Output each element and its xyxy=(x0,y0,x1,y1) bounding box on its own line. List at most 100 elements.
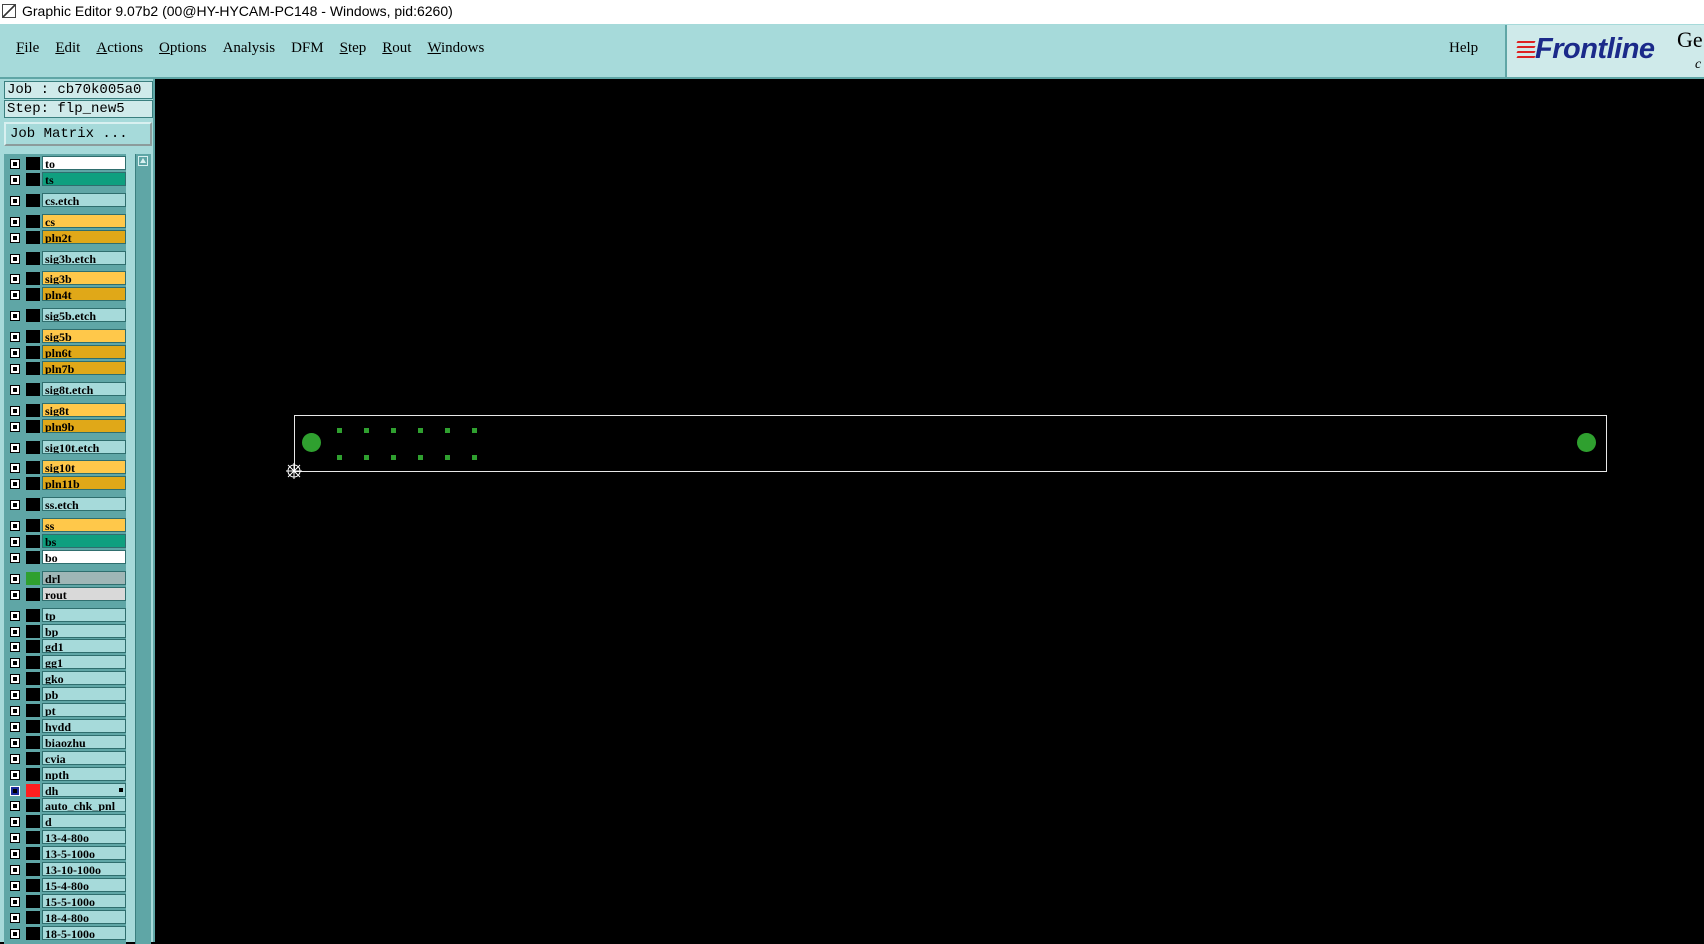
layer-display-swatch[interactable] xyxy=(26,571,40,585)
layer-display-swatch[interactable] xyxy=(26,477,40,491)
layer-row[interactable]: pln2t xyxy=(6,229,126,245)
layer-name[interactable]: pln11b xyxy=(42,476,126,491)
layer-display-swatch[interactable] xyxy=(26,440,40,454)
layer-row[interactable]: sig5b.etch xyxy=(6,308,126,323)
layer-checkbox[interactable] xyxy=(10,232,20,243)
layer-checkbox[interactable] xyxy=(10,216,20,227)
layer-checkbox[interactable] xyxy=(10,405,20,416)
layer-name[interactable]: cs.etch xyxy=(42,192,126,207)
layer-row[interactable]: ts xyxy=(6,171,126,187)
layer-checkbox[interactable] xyxy=(10,880,20,891)
layer-row[interactable]: bp xyxy=(6,623,126,639)
layer-display-swatch[interactable] xyxy=(26,361,40,375)
layer-row[interactable]: gko xyxy=(6,671,126,686)
layer-row[interactable]: 13-5-100o xyxy=(6,846,126,861)
layer-row[interactable]: cs.etch xyxy=(6,192,126,208)
layer-name[interactable]: pb xyxy=(42,687,126,702)
layer-checkbox[interactable] xyxy=(10,274,20,285)
layer-checkbox[interactable] xyxy=(10,442,20,453)
layer-display-swatch[interactable] xyxy=(26,847,40,861)
layer-checkbox[interactable] xyxy=(10,363,20,374)
layer-row[interactable]: hydd xyxy=(6,718,126,734)
layer-row[interactable]: sig8t.etch xyxy=(6,381,126,397)
layer-checkbox[interactable] xyxy=(10,912,20,923)
layer-list-scrollbar[interactable] xyxy=(135,154,151,944)
layer-row[interactable]: ss xyxy=(6,518,126,533)
layer-display-swatch[interactable] xyxy=(26,831,40,845)
layer-checkbox[interactable] xyxy=(10,463,20,474)
layer-row[interactable]: cvia xyxy=(6,750,126,766)
layer-display-swatch[interactable] xyxy=(26,815,40,829)
layer-checkbox[interactable] xyxy=(10,589,20,600)
layer-checkbox[interactable] xyxy=(10,642,20,653)
layer-display-swatch[interactable] xyxy=(26,719,40,733)
layer-checkbox[interactable] xyxy=(10,785,20,796)
layer-display-swatch[interactable] xyxy=(26,288,40,302)
layer-checkbox[interactable] xyxy=(10,552,20,563)
layer-name[interactable]: gd1 xyxy=(42,639,126,654)
job-matrix-button[interactable]: Job Matrix ... xyxy=(4,122,152,146)
layer-name[interactable]: gko xyxy=(42,671,126,686)
menu-step[interactable]: Step xyxy=(332,40,375,57)
layer-checkbox[interactable] xyxy=(10,332,20,343)
layer-name[interactable]: sig8t.etch xyxy=(42,381,126,396)
layer-checkbox[interactable] xyxy=(10,174,20,185)
layer-row[interactable]: d xyxy=(6,814,126,829)
layer-row[interactable]: 13-10-100o xyxy=(6,862,126,877)
layer-checkbox[interactable] xyxy=(10,833,20,844)
menu-rout[interactable]: Rout xyxy=(374,40,419,57)
layer-display-swatch[interactable] xyxy=(26,640,40,654)
layer-row[interactable]: pln4t xyxy=(6,287,126,302)
layer-display-swatch[interactable] xyxy=(26,519,40,533)
layer-display-swatch[interactable] xyxy=(26,704,40,717)
layer-name[interactable]: ss xyxy=(42,518,126,533)
menu-file[interactable]: File xyxy=(8,40,47,57)
menu-edit[interactable]: Edit xyxy=(47,40,88,57)
layer-display-swatch[interactable] xyxy=(26,214,40,228)
layer-display-swatch[interactable] xyxy=(26,193,40,207)
layer-name[interactable]: tp xyxy=(42,607,126,622)
layer-row[interactable]: pln6t xyxy=(6,345,126,360)
layer-row[interactable]: 15-5-100o xyxy=(6,893,126,909)
layer-display-swatch[interactable] xyxy=(26,272,40,286)
layer-display-swatch[interactable] xyxy=(26,894,40,908)
menu-windows[interactable]: Windows xyxy=(419,40,492,57)
layer-display-swatch[interactable] xyxy=(26,799,40,813)
layer-checkbox[interactable] xyxy=(10,928,20,939)
layer-row[interactable]: pt xyxy=(6,703,126,718)
layer-row[interactable]: sig3b xyxy=(6,271,126,286)
layer-display-swatch[interactable] xyxy=(26,535,40,548)
layer-name[interactable]: bo xyxy=(42,549,126,564)
layer-name[interactable]: sig10t.etch xyxy=(42,439,126,454)
layer-display-swatch[interactable] xyxy=(26,624,40,638)
layer-name[interactable]: 15-4-80o xyxy=(42,877,126,892)
layer-name[interactable]: gg1 xyxy=(42,655,126,670)
layer-row[interactable]: 13-4-80o xyxy=(6,830,126,845)
layer-name[interactable]: hydd xyxy=(42,718,126,733)
layer-name[interactable]: npth xyxy=(42,766,126,781)
layer-display-swatch[interactable] xyxy=(26,550,40,564)
layer-row[interactable]: 15-4-80o xyxy=(6,877,126,893)
layer-row[interactable]: 18-5-100o xyxy=(6,925,126,941)
layer-checkbox[interactable] xyxy=(10,384,20,395)
layer-name[interactable]: pln7b xyxy=(42,360,126,375)
layer-display-swatch[interactable] xyxy=(26,230,40,244)
layer-name[interactable]: d xyxy=(42,814,126,829)
layer-display-swatch[interactable] xyxy=(26,251,40,265)
layer-name[interactable]: cs xyxy=(42,213,126,228)
layer-checkbox[interactable] xyxy=(10,479,20,490)
layer-checkbox[interactable] xyxy=(10,896,20,907)
layer-name[interactable]: bs xyxy=(42,534,126,548)
layer-row[interactable]: sig5b xyxy=(6,329,126,344)
scroll-up-arrow-icon[interactable] xyxy=(138,156,148,166)
layer-name[interactable]: cvia xyxy=(42,750,126,765)
layer-row[interactable]: tp xyxy=(6,607,126,623)
layer-name[interactable]: 13-5-100o xyxy=(42,846,126,861)
layer-checkbox[interactable] xyxy=(10,801,20,812)
layer-name[interactable]: sig8t xyxy=(42,402,126,417)
layer-checkbox[interactable] xyxy=(10,253,20,264)
layer-checkbox[interactable] xyxy=(10,674,20,685)
layer-name[interactable]: sig5b xyxy=(42,329,126,344)
layer-display-swatch[interactable] xyxy=(26,608,40,622)
layer-name[interactable]: 18-5-100o xyxy=(42,925,126,940)
